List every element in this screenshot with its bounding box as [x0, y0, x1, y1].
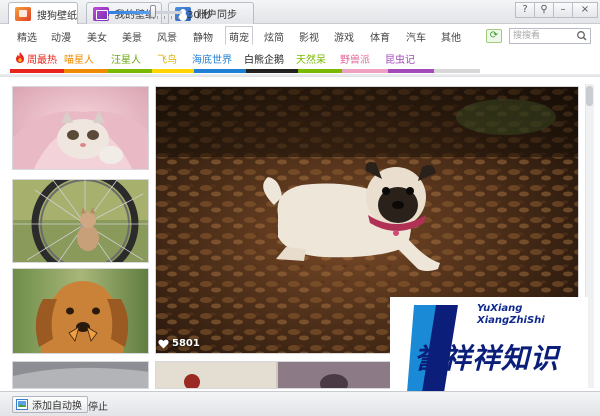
- tag-item[interactable]: 天然呆: [296, 51, 326, 66]
- tab-label: 搜狗壁纸: [37, 10, 77, 22]
- refresh-icon: ⟳: [489, 30, 499, 41]
- interval-label: 30 秒: [187, 10, 213, 21]
- color-swatch[interactable]: [434, 69, 480, 73]
- help-button[interactable]: ?: [515, 2, 535, 18]
- refresh-button[interactable]: ⟳: [486, 29, 502, 43]
- category-item[interactable]: 其他: [441, 29, 461, 44]
- category-item[interactable]: 风景: [157, 29, 177, 44]
- category-item-active[interactable]: 萌宠: [225, 26, 253, 45]
- search-input[interactable]: [513, 30, 573, 42]
- wallpaper-thumb-kitten-blanket[interactable]: [12, 86, 149, 170]
- tag-item[interactable]: 野兽派: [340, 51, 370, 66]
- slider-ticks: [108, 16, 182, 19]
- skin-button[interactable]: ⚲: [534, 2, 554, 18]
- color-filter-strip: [10, 69, 480, 73]
- watermark-english-line2: XiangZhiShi: [477, 315, 545, 326]
- add-auto-change-button[interactable]: 添加自动换: [12, 396, 88, 413]
- search-box: [509, 28, 591, 44]
- category-item[interactable]: 体育: [370, 29, 390, 44]
- sogou-wallpaper-icon: [15, 7, 31, 21]
- color-swatch[interactable]: [64, 69, 108, 73]
- title-bar: 搜狗壁纸 我的壁纸 账户同步 ? ⚲ – ×: [0, 0, 600, 25]
- color-swatch[interactable]: [152, 69, 194, 73]
- category-item[interactable]: 精选: [17, 29, 37, 44]
- window-controls: ? ⚲ – ×: [515, 2, 598, 18]
- category-item[interactable]: 美景: [122, 29, 142, 44]
- watermark-english-line1: YuXiang: [477, 303, 523, 314]
- category-item[interactable]: 游戏: [334, 29, 354, 44]
- color-swatch[interactable]: [298, 69, 342, 73]
- wallpaper-thumb-partial[interactable]: [12, 361, 149, 389]
- tag-item[interactable]: 昆虫记: [385, 51, 415, 66]
- likes-count: 5801: [172, 338, 200, 349]
- category-item[interactable]: 汽车: [406, 29, 426, 44]
- photo-icon: [16, 399, 28, 410]
- category-item[interactable]: 炫简: [264, 29, 284, 44]
- interval-slider-handle[interactable]: [150, 5, 156, 18]
- color-swatch[interactable]: [10, 69, 64, 73]
- category-item[interactable]: 静物: [193, 29, 213, 44]
- my-wallpaper-icon: [93, 6, 109, 21]
- interval-slider-track[interactable]: [108, 11, 182, 14]
- kitten-blanket-image: [13, 87, 148, 169]
- watermark-english: YuXiang XiangZhiShi: [477, 303, 545, 327]
- add-auto-change-label: 添加自动换: [32, 401, 82, 412]
- category-item[interactable]: 美女: [87, 29, 107, 44]
- search-icon[interactable]: [575, 30, 589, 42]
- watermark-chinese: 誉祥祥知识: [414, 342, 560, 375]
- partial-thumb-image: [13, 362, 148, 388]
- tab-sogou-wallpaper[interactable]: 搜狗壁纸: [8, 2, 78, 25]
- tag-item[interactable]: 飞鸟: [157, 51, 177, 66]
- tag-item[interactable]: 喵星人: [64, 51, 94, 66]
- likes-counter[interactable]: 5801: [158, 338, 200, 349]
- wallpaper-thumb-dog-butterfly[interactable]: [12, 268, 149, 354]
- category-item[interactable]: 动漫: [51, 29, 71, 44]
- bottom-bar: 添加自动换 停止: [0, 391, 600, 416]
- stop-label: 停止: [88, 402, 108, 413]
- color-swatch[interactable]: [194, 69, 246, 73]
- tag-item[interactable]: 汪星人: [111, 51, 141, 66]
- tag-item[interactable]: 海底世界: [192, 51, 232, 66]
- color-swatch[interactable]: [246, 69, 298, 73]
- scrollbar-thumb[interactable]: [586, 86, 593, 106]
- heart-icon: [158, 339, 169, 348]
- dog-butterfly-image: [13, 269, 148, 353]
- close-button[interactable]: ×: [572, 2, 598, 18]
- color-swatch[interactable]: [388, 69, 434, 73]
- cat-wheel-image: [13, 180, 148, 262]
- color-swatch[interactable]: [342, 69, 388, 73]
- wallpaper-thumb-cat-wheel[interactable]: [12, 179, 149, 263]
- color-swatch[interactable]: [108, 69, 152, 73]
- tag-item[interactable]: 周最热: [27, 51, 57, 66]
- minimize-button[interactable]: –: [553, 2, 573, 18]
- category-item[interactable]: 影视: [299, 29, 319, 44]
- tag-item[interactable]: 白熊企鹅: [244, 51, 284, 66]
- fire-icon: [16, 52, 24, 63]
